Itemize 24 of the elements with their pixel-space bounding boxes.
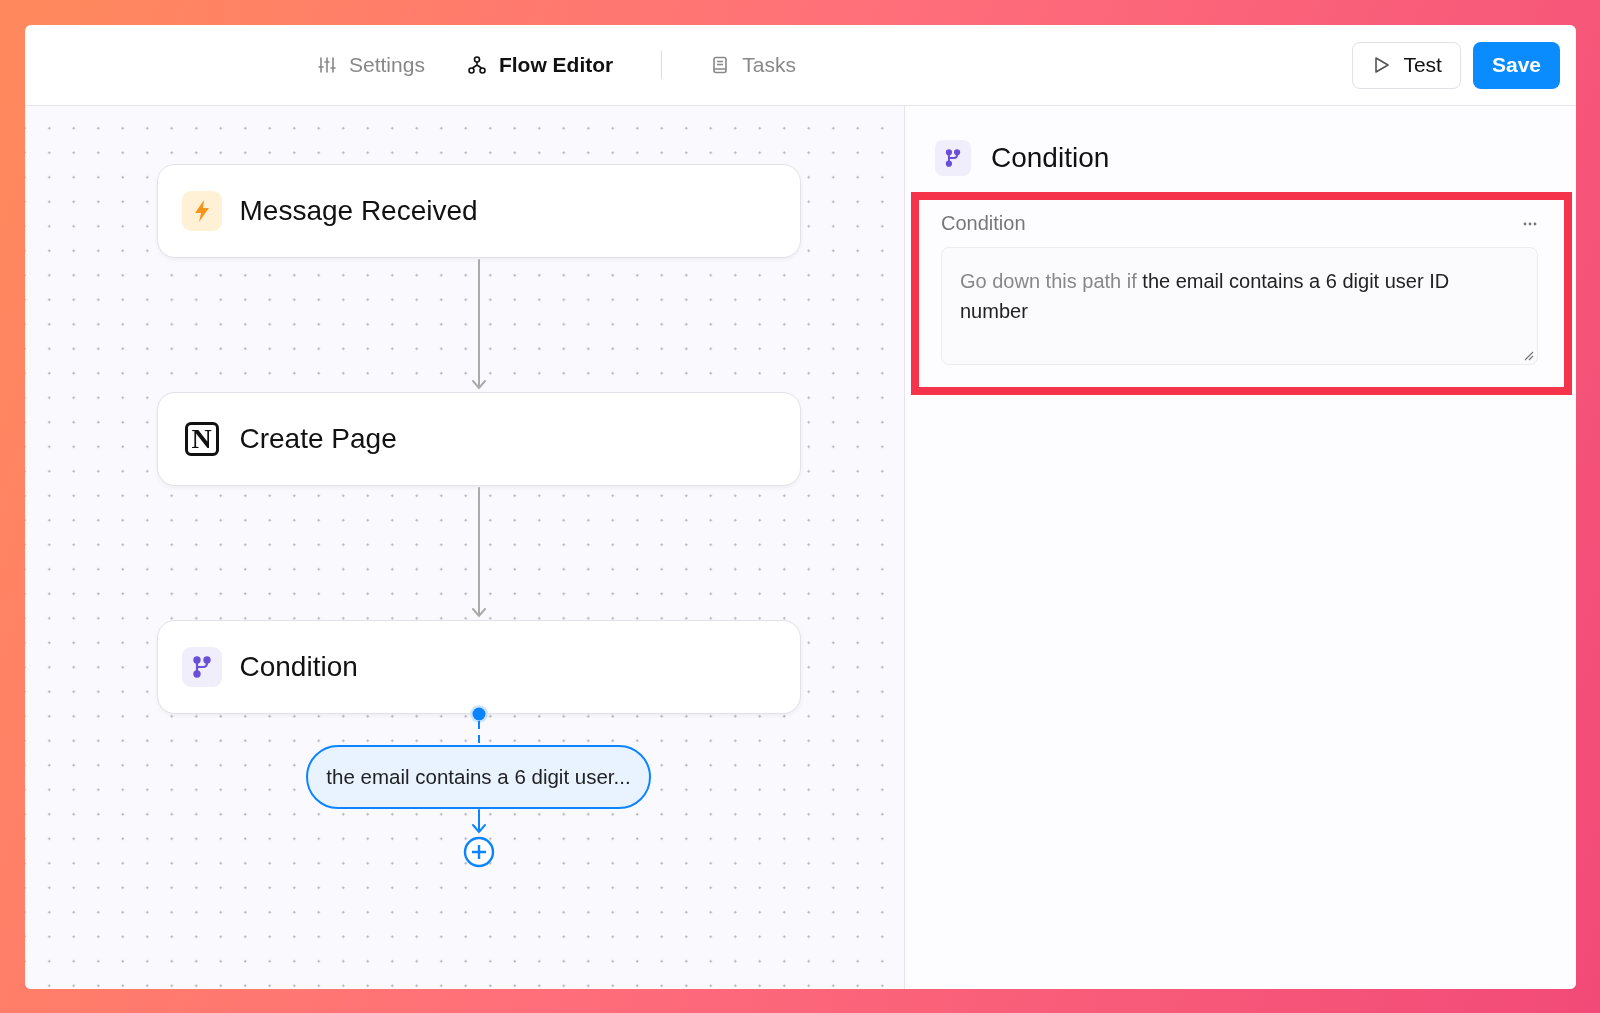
sliders-icon	[317, 55, 337, 75]
node-title: Create Page	[239, 423, 397, 455]
node-icon	[181, 191, 222, 231]
more-icon[interactable]	[1522, 220, 1538, 227]
panel-title: Condition	[991, 142, 1110, 174]
flow-icon	[466, 55, 487, 75]
flow-node[interactable]: N Create Page	[156, 392, 801, 486]
node-title: Condition	[239, 651, 358, 683]
condition-field[interactable]: Go down this path if the email contains a 6 digit user ID number	[941, 247, 1538, 365]
branch-label[interactable]: the email contains a 6 digit user...	[306, 745, 651, 809]
tab[interactable]: Tasks	[698, 47, 808, 83]
node-icon	[181, 647, 222, 687]
connection-handle[interactable]	[467, 705, 490, 745]
connector-arrow	[470, 809, 487, 835]
tab[interactable]: Settings	[305, 47, 437, 83]
branch-icon	[935, 140, 971, 176]
test-button[interactable]: Test	[1352, 41, 1461, 89]
flow-node[interactable]: Condition	[156, 620, 801, 714]
field-label: Condition	[941, 212, 1026, 235]
resize-grip-icon[interactable]	[1522, 349, 1534, 361]
tab[interactable]: Flow Editor	[454, 47, 626, 83]
node-title: Message Received	[239, 195, 478, 227]
add-step-icon[interactable]	[461, 835, 496, 869]
flow-node[interactable]: Message Received	[156, 164, 801, 258]
